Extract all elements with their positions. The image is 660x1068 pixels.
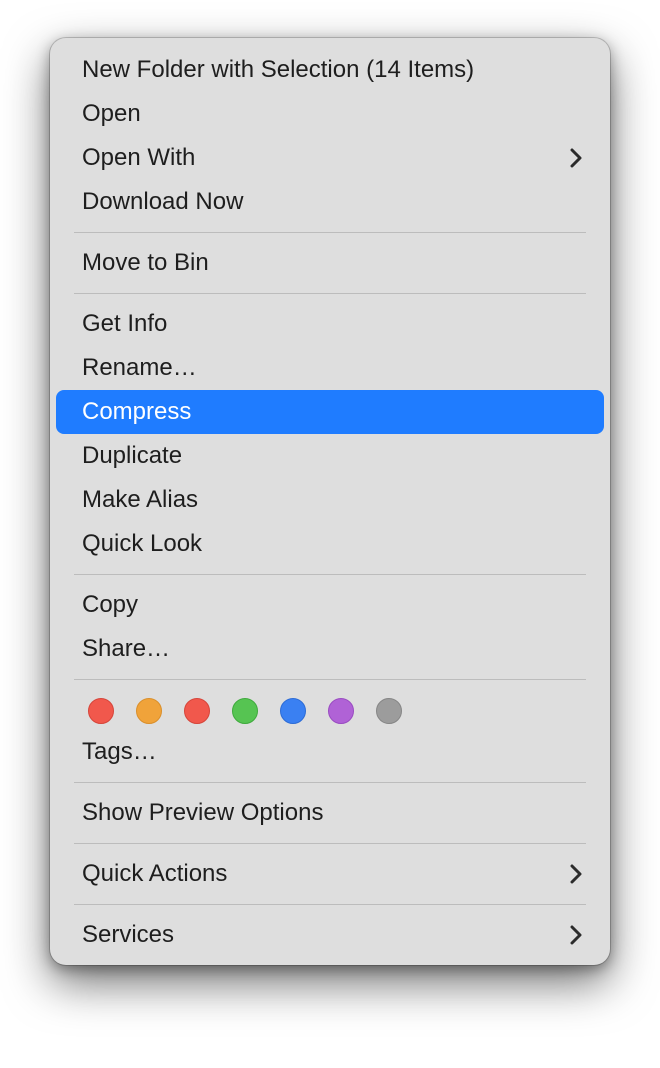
- menu-item-label: Duplicate: [82, 434, 182, 478]
- menu-item-duplicate[interactable]: Duplicate: [56, 434, 604, 478]
- menu-item-label: Share…: [82, 627, 170, 671]
- menu-item-tags[interactable]: Tags…: [56, 730, 604, 774]
- chevron-right-icon: [570, 148, 582, 168]
- menu-item-open-with[interactable]: Open With: [56, 136, 604, 180]
- menu-item-share[interactable]: Share…: [56, 627, 604, 671]
- tag-color-swatch[interactable]: [280, 698, 306, 724]
- menu-item-copy[interactable]: Copy: [56, 583, 604, 627]
- menu-item-label: Open: [82, 92, 141, 136]
- menu-item-label: Show Preview Options: [82, 791, 323, 835]
- tag-color-swatch[interactable]: [232, 698, 258, 724]
- menu-item-label: Move to Bin: [82, 241, 209, 285]
- menu-item-quick-actions[interactable]: Quick Actions: [56, 852, 604, 896]
- menu-item-move-to-bin[interactable]: Move to Bin: [56, 241, 604, 285]
- menu-item-rename[interactable]: Rename…: [56, 346, 604, 390]
- context-menu: New Folder with Selection (14 Items) Ope…: [50, 38, 610, 965]
- menu-item-label: Make Alias: [82, 478, 198, 522]
- menu-item-services[interactable]: Services: [56, 913, 604, 957]
- menu-item-label: Quick Look: [82, 522, 202, 566]
- menu-item-label: Tags…: [82, 730, 157, 774]
- menu-item-get-info[interactable]: Get Info: [56, 302, 604, 346]
- menu-item-quick-look[interactable]: Quick Look: [56, 522, 604, 566]
- menu-separator: [74, 782, 586, 783]
- tag-color-swatch[interactable]: [136, 698, 162, 724]
- menu-item-show-preview-options[interactable]: Show Preview Options: [56, 791, 604, 835]
- menu-item-label: Quick Actions: [82, 852, 227, 896]
- menu-item-label: Open With: [82, 136, 195, 180]
- menu-separator: [74, 904, 586, 905]
- menu-item-label: Copy: [82, 583, 138, 627]
- menu-item-label: Compress: [82, 390, 191, 434]
- menu-item-label: Services: [82, 913, 174, 957]
- menu-separator: [74, 574, 586, 575]
- menu-item-label: Download Now: [82, 180, 243, 224]
- tag-color-swatch[interactable]: [88, 698, 114, 724]
- menu-item-download-now[interactable]: Download Now: [56, 180, 604, 224]
- chevron-right-icon: [570, 925, 582, 945]
- menu-item-compress[interactable]: Compress: [56, 390, 604, 434]
- menu-item-label: Rename…: [82, 346, 197, 390]
- tag-color-swatch[interactable]: [376, 698, 402, 724]
- menu-item-make-alias[interactable]: Make Alias: [56, 478, 604, 522]
- chevron-right-icon: [570, 864, 582, 884]
- menu-separator: [74, 679, 586, 680]
- menu-separator: [74, 293, 586, 294]
- menu-item-open[interactable]: Open: [56, 92, 604, 136]
- tag-color-row: [56, 688, 604, 730]
- menu-separator: [74, 843, 586, 844]
- menu-item-label: New Folder with Selection (14 Items): [82, 48, 474, 92]
- menu-item-new-folder-with-selection[interactable]: New Folder with Selection (14 Items): [56, 48, 604, 92]
- menu-item-label: Get Info: [82, 302, 167, 346]
- menu-separator: [74, 232, 586, 233]
- tag-color-swatch[interactable]: [184, 698, 210, 724]
- tag-color-swatch[interactable]: [328, 698, 354, 724]
